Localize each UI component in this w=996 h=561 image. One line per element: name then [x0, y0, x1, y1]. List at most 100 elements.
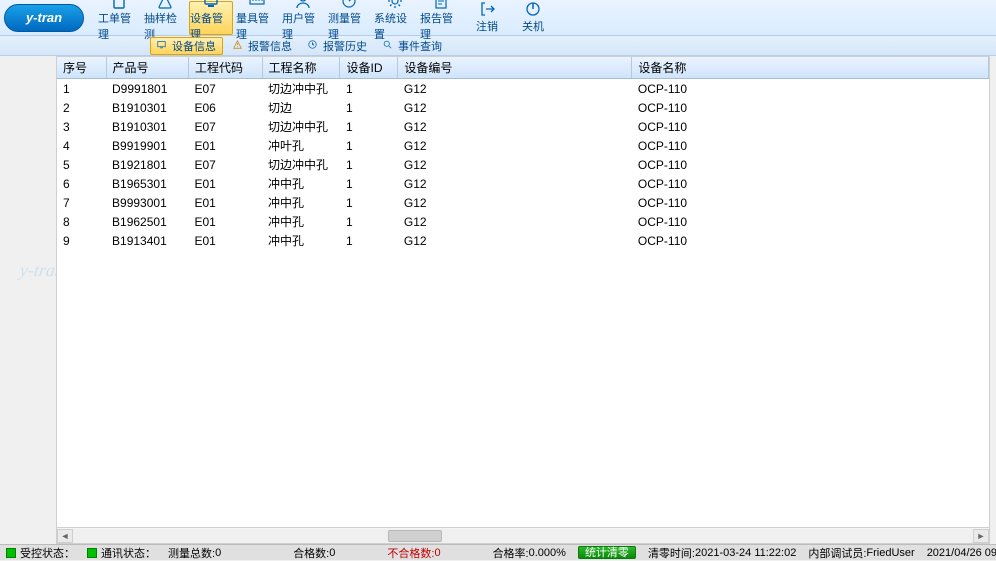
subtab-search[interactable]: 事件查询 — [377, 37, 448, 55]
cell: E07 — [188, 155, 262, 174]
history-icon — [308, 40, 320, 52]
cell: B1910301 — [106, 117, 188, 136]
toolbar-report-button[interactable]: 报告管理 — [419, 1, 463, 35]
status-fail: 不合格数: 0 — [381, 545, 446, 560]
status-total: 测量总数: 0 — [162, 545, 227, 560]
col-header[interactable]: 工程名称 — [262, 57, 340, 79]
pass-value: 0 — [329, 547, 335, 559]
fail-label: 不合格数: — [387, 545, 434, 561]
table-row[interactable]: 7B9993001E01冲中孔1G12OCP-110 — [57, 193, 989, 212]
cell: 1 — [340, 117, 398, 136]
toolbar-power-button[interactable]: 关机 — [511, 1, 555, 35]
table-row[interactable]: 5B1921801E07切边冲中孔1G12OCP-110 — [57, 155, 989, 174]
scroll-left-arrow[interactable]: ◄ — [57, 529, 73, 543]
col-header[interactable]: 设备ID — [340, 57, 398, 79]
cell: G12 — [398, 193, 632, 212]
cell: 1 — [340, 79, 398, 99]
table-header-row: 序号产品号工程代码工程名称设备ID设备编号设备名称 — [57, 57, 989, 79]
toolbar-label: 工单管理 — [98, 10, 140, 42]
device-icon — [203, 0, 219, 9]
total-value: 0 — [215, 547, 221, 559]
cell: 9 — [57, 231, 106, 250]
toolbar-clipboard-button[interactable]: 工单管理 — [97, 1, 141, 35]
cell: 切边冲中孔 — [262, 155, 340, 174]
subtab-alert[interactable]: 报警信息 — [227, 37, 298, 55]
cell: 7 — [57, 193, 106, 212]
cell: 2 — [57, 98, 106, 117]
sub-toolbar: 设备信息 报警信息 报警历史 事件查询 — [0, 36, 996, 56]
cell: 冲中孔 — [262, 212, 340, 231]
cell: 冲中孔 — [262, 174, 340, 193]
scroll-right-arrow[interactable]: ► — [973, 529, 989, 543]
cell: 切边冲中孔 — [262, 117, 340, 136]
user-icon — [295, 0, 311, 9]
toolbar-flask-button[interactable]: 抽样检测 — [143, 1, 187, 35]
col-header[interactable]: 工程代码 — [188, 57, 262, 79]
status-user: 内部调试员: FriedUser — [802, 545, 920, 560]
toolbar-user-button[interactable]: 用户管理 — [281, 1, 325, 35]
col-header[interactable]: 序号 — [57, 57, 106, 79]
status-pass: 合格数: 0 — [287, 545, 341, 560]
table-row[interactable]: 2B1910301E06切边1G12OCP-110 — [57, 98, 989, 117]
table-row[interactable]: 6B1965301E01冲中孔1G12OCP-110 — [57, 174, 989, 193]
toolbar-label: 注销 — [476, 18, 498, 34]
table-body: 1D9991801E07切边冲中孔1G12OCP-1102B1910301E06… — [57, 79, 989, 251]
cell: E01 — [188, 174, 262, 193]
cell: 1 — [340, 212, 398, 231]
status-comm-label: 通讯状态： — [101, 545, 156, 561]
toolbar-gauge-button[interactable]: 测量管理 — [327, 1, 371, 35]
toolbar-logout-button[interactable]: 注销 — [465, 1, 509, 35]
power-icon — [525, 1, 541, 17]
scroll-thumb[interactable] — [388, 530, 442, 542]
cell: 1 — [340, 98, 398, 117]
cell: 1 — [340, 193, 398, 212]
subtab-label: 报警信息 — [248, 38, 292, 54]
col-header[interactable]: 产品号 — [106, 57, 188, 79]
cell: OCP-110 — [632, 79, 989, 99]
col-header[interactable]: 设备名称 — [632, 57, 989, 79]
cell: 冲叶孔 — [262, 136, 340, 155]
cell: 5 — [57, 155, 106, 174]
toolbar-device-button[interactable]: 设备管理 — [189, 1, 233, 35]
table-row[interactable]: 3B1910301E07切边冲中孔1G12OCP-110 — [57, 117, 989, 136]
cell: OCP-110 — [632, 212, 989, 231]
rate-label: 合格率: — [493, 545, 529, 561]
cell: E07 — [188, 79, 262, 99]
subtab-history[interactable]: 报警历史 — [302, 37, 373, 55]
cell: G12 — [398, 117, 632, 136]
subtab-label: 报警历史 — [323, 38, 367, 54]
col-header[interactable]: 设备编号 — [398, 57, 632, 79]
status-zero-time: 清零时间: 2021-03-24 11:22:02 — [642, 545, 802, 560]
rate-value: 0.000% — [529, 547, 566, 559]
device-table: 序号产品号工程代码工程名称设备ID设备编号设备名称 1D9991801E07切边… — [57, 57, 989, 250]
alert-icon — [233, 40, 245, 52]
cell: 切边冲中孔 — [262, 79, 340, 99]
cell: G12 — [398, 231, 632, 250]
search-icon — [383, 40, 395, 52]
table-row[interactable]: 1D9991801E07切边冲中孔1G12OCP-110 — [57, 79, 989, 99]
toolbar-label: 关机 — [522, 18, 544, 34]
subtab-device-small[interactable]: 设备信息 — [150, 37, 223, 55]
zero-time-label: 清零时间: — [648, 545, 695, 561]
data-grid-panel: 序号产品号工程代码工程名称设备ID设备编号设备名称 1D9991801E07切边… — [56, 56, 990, 544]
top-toolbar: y-tran 工单管理抽样检测设备管理量具管理用户管理测量管理系统设置报告管理注… — [0, 0, 996, 36]
cell: G12 — [398, 98, 632, 117]
cell: G12 — [398, 79, 632, 99]
table-row[interactable]: 4B9919901E01冲叶孔1G12OCP-110 — [57, 136, 989, 155]
cell: OCP-110 — [632, 231, 989, 250]
scroll-track[interactable] — [73, 529, 973, 543]
cell: 1 — [340, 136, 398, 155]
status-rate: 合格率: 0.000% — [487, 545, 572, 560]
status-recv-label: 受控状态： — [20, 545, 75, 561]
zero-time-value: 2021-03-24 11:22:02 — [695, 547, 796, 559]
toolbar-gear-button[interactable]: 系统设置 — [373, 1, 417, 35]
subtab-label: 事件查询 — [398, 38, 442, 54]
cell: OCP-110 — [632, 174, 989, 193]
table-row[interactable]: 8B1962501E01冲中孔1G12OCP-110 — [57, 212, 989, 231]
clear-stats-button[interactable]: 统计清零 — [578, 546, 636, 559]
user-label: 内部调试员: — [808, 545, 866, 561]
toolbar-ruler-button[interactable]: 量具管理 — [235, 1, 279, 35]
cell: OCP-110 — [632, 193, 989, 212]
table-row[interactable]: 9B1913401E01冲中孔1G12OCP-110 — [57, 231, 989, 250]
horizontal-scrollbar[interactable]: ◄ ► — [57, 527, 989, 543]
